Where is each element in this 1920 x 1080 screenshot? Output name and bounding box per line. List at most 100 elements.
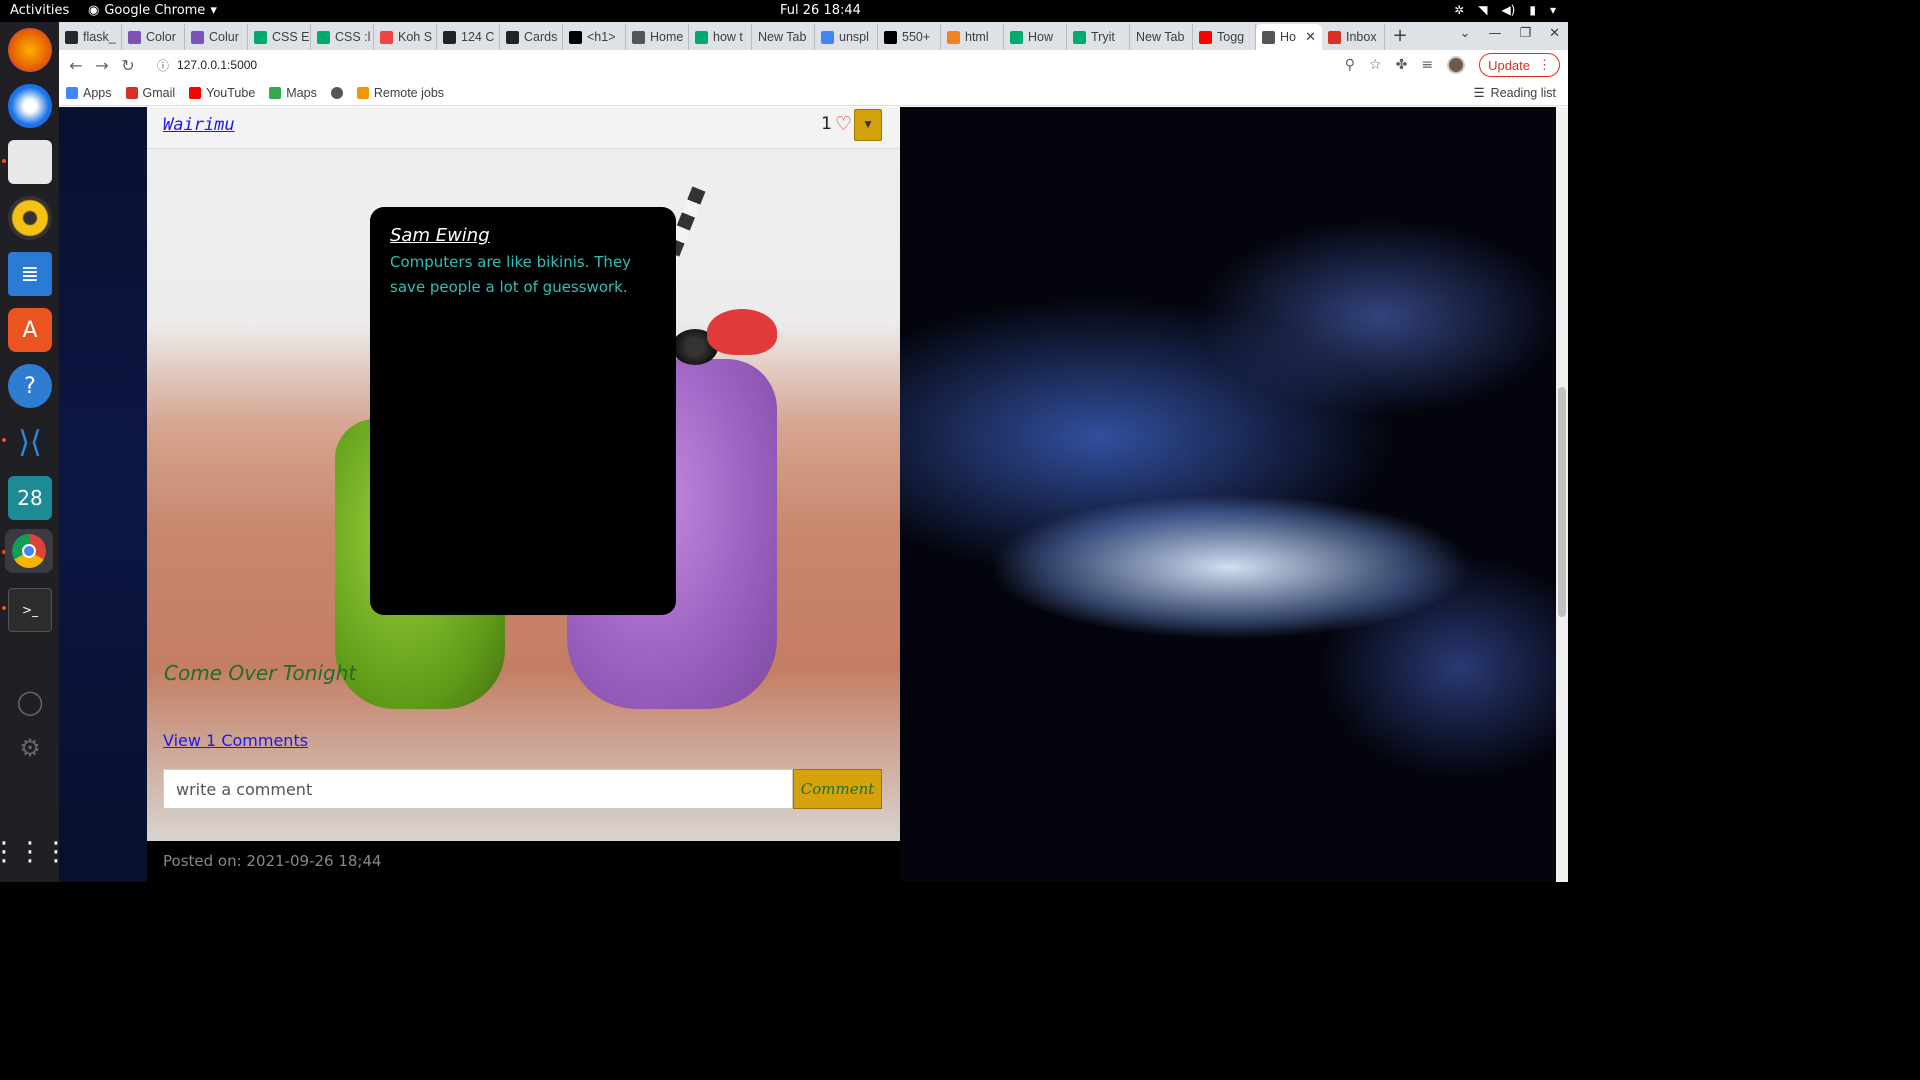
- terminal-icon[interactable]: >_: [8, 588, 52, 632]
- browser-toolbar: ← → ↻ ⓘ ⚲ ☆ ✤ ≡ Update ⋮: [59, 50, 1568, 80]
- tab[interactable]: Cards: [500, 24, 563, 50]
- tab-title: <h1>: [587, 30, 616, 44]
- tab[interactable]: New Tab: [752, 24, 815, 50]
- tab[interactable]: html: [941, 24, 1004, 50]
- chrome-window: flask_ Color Colur CSS E CSS :l Koh S 124 C Car…: [59, 22, 1568, 882]
- tab[interactable]: New Tab: [1130, 24, 1193, 50]
- forward-icon[interactable]: →: [89, 56, 115, 75]
- tab[interactable]: Color: [122, 24, 185, 50]
- bookmark-item[interactable]: [324, 86, 350, 99]
- like-counter[interactable]: 1 ♡: [821, 113, 852, 135]
- tab-favicon-icon: [1073, 30, 1086, 44]
- update-button[interactable]: Update ⋮: [1479, 53, 1560, 77]
- tab[interactable]: Togg: [1193, 24, 1256, 50]
- new-tab-button[interactable]: +: [1385, 24, 1415, 50]
- chrome-icon: ◉: [88, 3, 100, 18]
- comment-input[interactable]: [163, 769, 793, 809]
- page-viewport: Wairimu 1 ♡ ▼ Come Over Tonight View 1 C…: [59, 107, 1568, 882]
- tab-close-icon[interactable]: ✕: [1305, 29, 1316, 45]
- post-footer: Posted on: 2021-09-26 18;44: [147, 841, 900, 882]
- bookmark-star-icon[interactable]: ☆: [1369, 57, 1382, 73]
- software-icon[interactable]: A: [8, 308, 52, 352]
- tab-title: unspl: [839, 30, 869, 44]
- app-menu[interactable]: ◉ Google Chrome ▾: [88, 3, 217, 18]
- quote-author[interactable]: Sam Ewing: [390, 225, 656, 246]
- tab[interactable]: <h1>: [563, 24, 626, 50]
- update-label: Update: [1488, 57, 1530, 73]
- tab[interactable]: CSS :l: [311, 24, 374, 50]
- tab[interactable]: how t: [689, 24, 752, 50]
- tab[interactable]: Inbox: [1322, 24, 1385, 50]
- tab-search-icon[interactable]: ⌄: [1460, 26, 1471, 41]
- tab[interactable]: Koh S: [374, 24, 437, 50]
- chevron-down-icon: ▾: [210, 3, 217, 18]
- minimize-icon[interactable]: —: [1488, 26, 1501, 41]
- bookmarks-bar: Apps Gmail YouTube Maps Remote jobs ☰ Readin…: [59, 80, 1568, 106]
- show-apps-icon[interactable]: ⋮⋮⋮: [0, 830, 69, 874]
- thunderbird-icon[interactable]: [8, 84, 52, 128]
- background-left: [59, 107, 147, 882]
- tab[interactable]: unspl: [815, 24, 878, 50]
- libreoffice-writer-icon[interactable]: ≣: [8, 252, 52, 296]
- reading-list[interactable]: ☰ Reading list: [1473, 85, 1556, 101]
- bookmark-item[interactable]: YouTube: [182, 86, 262, 100]
- tab-favicon-icon: [191, 30, 204, 44]
- tab[interactable]: Colur: [185, 24, 248, 50]
- tab-favicon-icon: [254, 30, 267, 44]
- extensions-icon[interactable]: ✤: [1396, 57, 1408, 73]
- avatar[interactable]: [1447, 56, 1466, 74]
- tab[interactable]: CSS E: [248, 24, 311, 50]
- scrollbar-thumb[interactable]: [1558, 387, 1566, 617]
- bookmark-icon: [125, 86, 138, 99]
- media-icon[interactable]: ≡: [1421, 57, 1433, 73]
- clock[interactable]: Ful 26 18:44: [780, 3, 861, 18]
- vscode-icon[interactable]: ⟩⟨: [8, 420, 52, 464]
- maximize-icon[interactable]: ❐: [1519, 26, 1531, 41]
- url-input[interactable]: [177, 58, 478, 72]
- post-title: Come Over Tonight: [164, 661, 357, 685]
- reload-icon[interactable]: ↻: [115, 56, 141, 75]
- bookmark-item[interactable]: Gmail: [119, 86, 183, 100]
- activities-button[interactable]: Activities: [10, 3, 69, 18]
- tab-title: Colur: [209, 30, 239, 44]
- heart-icon[interactable]: ♡: [835, 113, 852, 135]
- help-icon[interactable]: ?: [8, 364, 52, 408]
- bookmark-item[interactable]: Maps: [262, 86, 324, 100]
- settings-icon[interactable]: ⚙: [8, 726, 52, 770]
- bookmark-icon: [356, 86, 369, 99]
- firefox-icon[interactable]: [8, 28, 52, 72]
- page-scrollbar[interactable]: [1556, 107, 1568, 882]
- tab[interactable]: 550+: [878, 24, 941, 50]
- files-icon[interactable]: [8, 140, 52, 184]
- bookmark-item[interactable]: Apps: [59, 86, 119, 100]
- chrome-icon[interactable]: [5, 529, 53, 573]
- tab[interactable]: flask_: [59, 24, 122, 50]
- tab-favicon-icon: [380, 30, 393, 44]
- rhythmbox-icon[interactable]: [8, 196, 52, 240]
- view-comments-link[interactable]: View 1 Comments: [163, 731, 308, 750]
- tab[interactable]: 124 C: [437, 24, 500, 50]
- post-author-link[interactable]: Wairimu: [163, 115, 235, 135]
- zoom-icon[interactable]: ⚲: [1345, 57, 1355, 73]
- back-icon[interactable]: ←: [63, 56, 89, 75]
- tab[interactable]: Tryit: [1067, 24, 1130, 50]
- bookmark-icon: [269, 86, 282, 99]
- tab-active[interactable]: Ho ✕: [1256, 24, 1322, 50]
- system-tray[interactable]: ✲ ◥ ◀) ▮ ▾: [1454, 3, 1556, 17]
- post-header: Wairimu 1 ♡ ▼: [147, 107, 900, 149]
- tab-title: Color: [146, 30, 176, 44]
- user-icon[interactable]: ◯: [8, 680, 52, 724]
- volume-icon: ◀): [1501, 3, 1516, 17]
- post-dropdown-button[interactable]: ▼: [854, 109, 882, 141]
- bookmark-item[interactable]: Remote jobs: [350, 86, 451, 100]
- tab[interactable]: Home: [626, 24, 689, 50]
- info-icon[interactable]: ⓘ: [157, 57, 169, 74]
- calendar-icon[interactable]: 28: [8, 476, 52, 520]
- close-icon[interactable]: ✕: [1549, 26, 1560, 41]
- tab-favicon-icon: [128, 30, 141, 44]
- comment-button[interactable]: Comment: [793, 769, 882, 809]
- tab-favicon-icon: [1262, 30, 1275, 44]
- omnibox[interactable]: ⓘ: [149, 52, 1394, 78]
- tab[interactable]: How: [1004, 24, 1067, 50]
- tab-title: Tryit: [1091, 30, 1115, 44]
